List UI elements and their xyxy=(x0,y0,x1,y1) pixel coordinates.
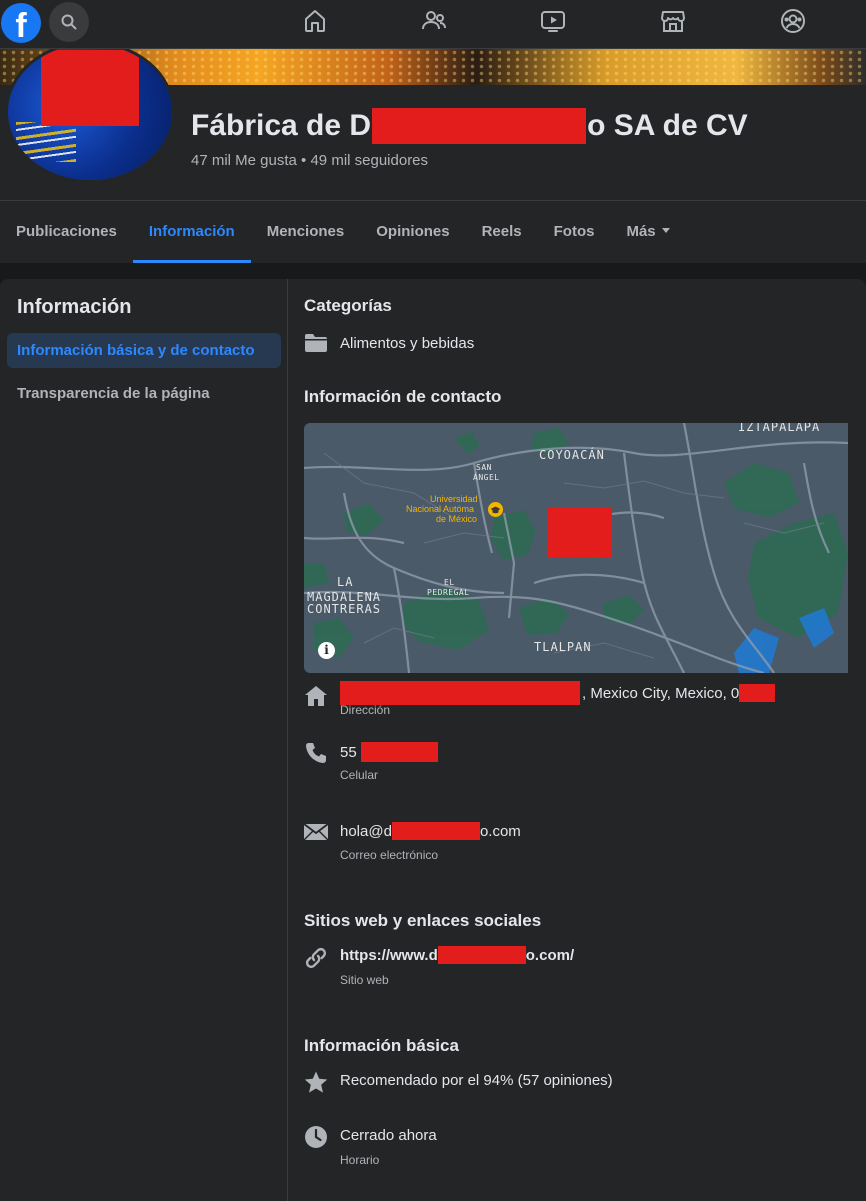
map-label-coyoacan: COYOACÁN xyxy=(539,448,605,462)
map-label-angel: ÁNGEL xyxy=(473,473,500,482)
websites-heading: Sitios web y enlaces sociales xyxy=(304,911,542,930)
phone-label: Celular xyxy=(340,768,379,782)
address-label: Dirección xyxy=(340,703,391,717)
map-label-tlalpan: TLALPAN xyxy=(534,640,592,654)
map-poi-name-2: Nacional Autóma xyxy=(406,504,475,514)
about-main: Categorías Alimentos y bebidas Informaci… xyxy=(304,279,866,1201)
category-icon xyxy=(304,331,328,355)
link-icon xyxy=(304,946,328,970)
university-pin-icon[interactable] xyxy=(487,501,504,518)
tab-reels[interactable]: Reels xyxy=(466,201,538,263)
page-header: Fábrica de D o SA de CV 47 mil Me gusta … xyxy=(0,41,866,263)
redaction-box xyxy=(360,742,438,762)
caret-down-icon xyxy=(661,227,670,233)
star-icon xyxy=(304,1070,328,1094)
tab-publicaciones[interactable]: Publicaciones xyxy=(0,201,133,263)
home-address-icon xyxy=(304,684,328,708)
sidebar-title: Información xyxy=(17,296,132,318)
home-icon[interactable] xyxy=(300,6,330,36)
map-poi-name-1: Universidad xyxy=(430,494,478,504)
redaction-box xyxy=(437,946,526,964)
search-button[interactable] xyxy=(49,2,89,42)
tab-informacion[interactable]: Información xyxy=(132,201,251,263)
website-label: Sitio web xyxy=(340,973,389,987)
about-sidebar: Información Información básica y de cont… xyxy=(0,279,288,1201)
tab-label: Menciones xyxy=(266,223,345,240)
marketplace-icon[interactable] xyxy=(658,6,688,36)
hours-label: Horario xyxy=(340,1153,380,1167)
email-value[interactable]: hola@d o.com xyxy=(340,822,521,840)
top-navigation-bar: f xyxy=(0,0,866,49)
tab-label: Publicaciones xyxy=(16,223,117,240)
redaction-box xyxy=(372,108,587,144)
search-icon xyxy=(61,14,77,30)
clock-icon xyxy=(304,1125,328,1149)
redaction-box xyxy=(739,684,776,702)
watch-icon[interactable] xyxy=(538,6,568,36)
map-label-contreras: CONTRERAS xyxy=(307,602,382,616)
categories-heading: Categorías xyxy=(304,296,392,315)
map-label-iztapalapa: IZTAPALAPA xyxy=(738,423,821,434)
category-value[interactable]: Alimentos y bebidas xyxy=(340,335,474,352)
tab-menciones[interactable]: Menciones xyxy=(251,201,361,263)
address-value[interactable]: , Mexico City, Mexico, 0 xyxy=(340,681,776,705)
tab-opiniones[interactable]: Opiniones xyxy=(360,201,465,263)
rating-value[interactable]: Recomendado por el 94% (57 opiniones) xyxy=(340,1072,613,1089)
tab-label: Opiniones xyxy=(376,223,450,240)
map-label-la: LA xyxy=(337,575,354,589)
map-label-el: EL xyxy=(444,578,455,587)
page-stats[interactable]: 47 mil Me gusta • 49 mil seguidores xyxy=(191,152,428,169)
redaction-box xyxy=(340,681,580,705)
contact-heading: Información de contacto xyxy=(304,387,502,406)
location-map[interactable]: IZTAPALAPA COYOACÁN SAN ÁNGEL Universida… xyxy=(304,423,848,673)
tab-fotos[interactable]: Fotos xyxy=(538,201,611,263)
map-poi-name-3: de México xyxy=(436,514,478,524)
tab-label: Fotos xyxy=(553,223,595,240)
tab-mas[interactable]: Más xyxy=(610,201,685,263)
tab-label: Reels xyxy=(481,223,522,240)
redaction-box xyxy=(548,507,612,558)
about-card: Información Información básica y de cont… xyxy=(0,279,866,1201)
email-prefix: hola@d xyxy=(340,822,392,840)
map-info-icon[interactable]: i xyxy=(318,642,335,659)
page-title-prefix: Fábrica de D xyxy=(191,109,372,142)
map-label-pedregal: PEDREGAL xyxy=(427,588,470,597)
tab-label: Más xyxy=(626,223,656,240)
website-link[interactable]: https://www.d o.com/ xyxy=(340,946,574,964)
sidebar-item-transparency[interactable]: Transparencia de la página xyxy=(7,376,281,411)
friends-icon[interactable] xyxy=(419,6,449,36)
email-suffix: o.com xyxy=(479,822,521,840)
website-suffix: o.com/ xyxy=(525,946,575,964)
sidebar-item-basic-contact[interactable]: Información básica y de contacto xyxy=(7,333,281,368)
hours-status[interactable]: Cerrado ahora xyxy=(340,1127,437,1144)
basic-info-heading: Información básica xyxy=(304,1036,459,1055)
groups-icon[interactable] xyxy=(778,6,808,36)
envelope-icon xyxy=(304,820,328,844)
address-suffix: , Mexico City, Mexico, 0 xyxy=(582,684,740,702)
page-title: Fábrica de D o SA de CV xyxy=(191,108,748,144)
tab-label: Información xyxy=(148,223,235,240)
website-prefix: https://www.d xyxy=(340,946,438,964)
phone-icon xyxy=(304,741,328,765)
phone-prefix: 55 xyxy=(340,743,357,761)
page-tabs: Publicaciones Información Menciones Opin… xyxy=(0,201,686,263)
page-title-suffix: o SA de CV xyxy=(587,109,748,142)
redaction-box xyxy=(41,50,139,126)
email-label: Correo electrónico xyxy=(340,848,439,862)
redaction-box xyxy=(391,822,480,840)
phone-value[interactable]: 55 xyxy=(340,742,438,762)
profile-avatar[interactable] xyxy=(5,41,175,183)
map-label-san: SAN xyxy=(476,463,492,472)
facebook-logo[interactable]: f xyxy=(1,3,41,43)
